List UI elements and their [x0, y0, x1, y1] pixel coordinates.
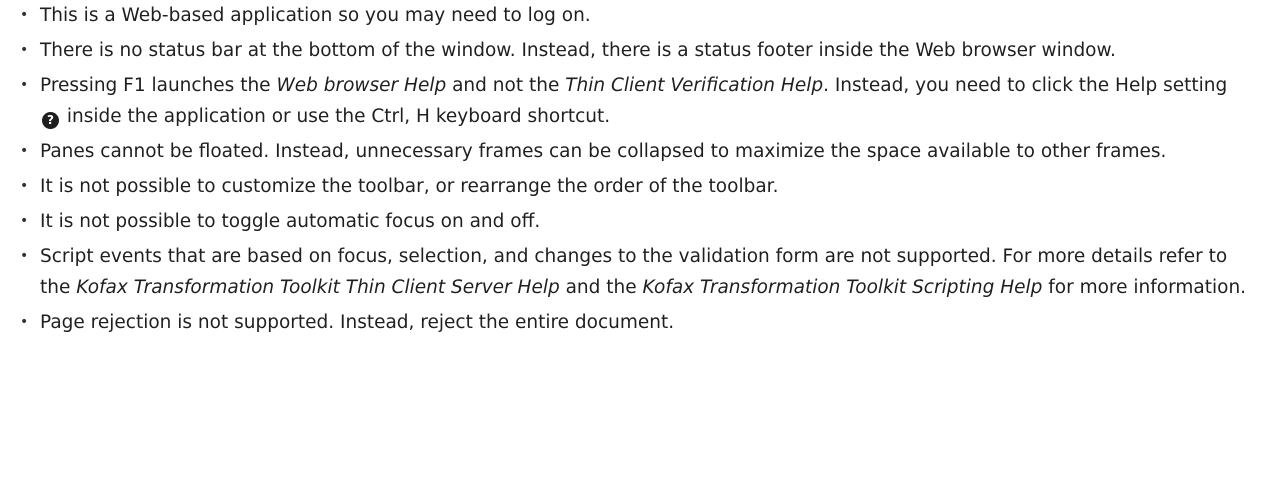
item-text-part: and the	[559, 277, 643, 298]
item-text: It is not possible to toggle automatic f…	[40, 211, 541, 232]
item-text: Page rejection is not supported. Instead…	[40, 312, 675, 333]
bullet-list: • This is a Web-based application so you…	[18, 0, 1253, 338]
list-item: • Page rejection is not supported. Inste…	[18, 307, 1253, 338]
item-text-part: Pressing F1 launches the	[40, 75, 277, 96]
list-item: • It is not possible to customize the to…	[18, 171, 1253, 202]
thin-client-server-help-title: Kofax Transformation Toolkit Thin Client…	[76, 277, 560, 298]
help-circle-icon: ?	[42, 112, 59, 129]
item-text: There is no status bar at the bottom of …	[40, 40, 1116, 61]
bullet-marker: •	[20, 213, 29, 229]
scripting-help-title: Kofax Transformation Toolkit Scripting H…	[642, 277, 1043, 298]
list-item: • Panes cannot be floated. Instead, unne…	[18, 136, 1253, 167]
list-item: • Pressing F1 launches the Web browser H…	[18, 70, 1253, 132]
bullet-marker: •	[20, 42, 29, 58]
list-item: • This is a Web-based application so you…	[18, 0, 1253, 31]
list-item: • Script events that are based on focus,…	[18, 241, 1253, 303]
list-item: • There is no status bar at the bottom o…	[18, 35, 1253, 66]
thin-client-verification-help-title: Thin Client Verification Help	[565, 75, 824, 96]
item-text-part: for more information.	[1042, 277, 1247, 298]
bullet-marker: •	[20, 7, 29, 23]
item-text-part: and not the	[446, 75, 566, 96]
bullet-marker: •	[20, 178, 29, 194]
bullet-marker: •	[20, 143, 29, 159]
bullet-marker: •	[20, 248, 29, 264]
item-text: Panes cannot be floated. Instead, unnece…	[40, 141, 1167, 162]
item-text: It is not possible to customize the tool…	[40, 176, 779, 197]
bullet-marker: •	[20, 77, 29, 93]
bullet-marker: •	[20, 314, 29, 330]
item-text: This is a Web-based application so you m…	[40, 5, 591, 26]
item-text-part: . Instead, you need to click the Help se…	[823, 75, 1228, 96]
list-item: • It is not possible to toggle automatic…	[18, 206, 1253, 237]
document-body: • This is a Web-based application so you…	[0, 0, 1273, 338]
item-text-part: inside the application or use the Ctrl, …	[61, 106, 611, 127]
web-browser-help-title: Web browser Help	[276, 75, 447, 96]
